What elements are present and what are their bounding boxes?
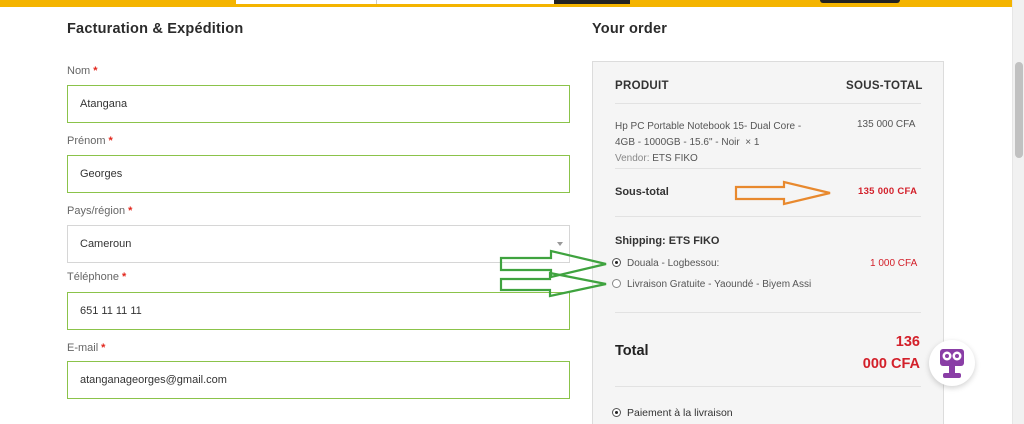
telephone-label: Téléphone *	[67, 271, 127, 283]
search-button[interactable]	[554, 0, 630, 4]
telephone-field[interactable]: 651 11 11 11	[67, 292, 570, 330]
billing-title: Facturation & Expédition	[67, 21, 244, 37]
payment-option-cod[interactable]: Paiement à la livraison	[612, 407, 733, 419]
subtotal-value: 135 000 CFA	[858, 186, 918, 197]
pays-value: Cameroun	[80, 238, 132, 250]
scrollbar-thumb[interactable]	[1015, 62, 1023, 158]
nom-label: Nom *	[67, 65, 98, 77]
page-scrollbar[interactable]	[1012, 0, 1024, 424]
col-product-header: PRODUIT	[615, 80, 669, 92]
email-label: E-mail *	[67, 342, 106, 354]
shipping-option-yaounde[interactable]: Livraison Gratuite - Yaoundé - Biyem Ass…	[612, 279, 811, 290]
header-logo[interactable]	[820, 0, 900, 3]
chat-robot-icon	[940, 349, 964, 378]
order-item: Hp PC Portable Notebook 15- Dual Core - …	[615, 119, 845, 167]
item-name-line2: 4GB - 1000GB - 15.6" - Noir × 1	[615, 137, 760, 148]
shipping-option-douala[interactable]: Douala - Logbessou:	[612, 258, 719, 269]
item-qty: × 1	[745, 137, 760, 148]
divider	[615, 168, 921, 169]
prenom-label: Prénom *	[67, 135, 113, 147]
radio-selected-icon[interactable]	[612, 258, 621, 267]
col-subtotal-header: SOUS-TOTAL	[846, 80, 923, 92]
pays-select[interactable]: Cameroun	[67, 225, 570, 263]
search-input[interactable]	[236, 0, 556, 4]
divider	[615, 216, 921, 217]
chat-widget-button[interactable]	[929, 340, 975, 386]
item-vendor: Vendor: ETS FIKO	[615, 153, 698, 164]
item-price: 135 000 CFA	[857, 119, 916, 130]
nom-field[interactable]: Atangana	[67, 85, 570, 123]
chevron-down-icon	[557, 242, 563, 246]
total-value: 136 000 CFA	[862, 334, 920, 372]
search-divider	[376, 0, 377, 4]
radio-selected-icon[interactable]	[612, 408, 621, 417]
total-label: Total	[615, 343, 649, 359]
subtotal-label: Sous-total	[615, 186, 669, 198]
item-name-line1: Hp PC Portable Notebook 15- Dual Core -	[615, 121, 802, 132]
radio-unselected-icon[interactable]	[612, 279, 621, 288]
order-title: Your order	[592, 21, 668, 37]
divider	[615, 386, 921, 387]
email-field[interactable]: atanganageorges@gmail.com	[67, 361, 570, 399]
pays-label: Pays/région *	[67, 205, 133, 217]
divider	[615, 103, 921, 104]
shipping-title: Shipping: ETS FIKO	[615, 235, 720, 247]
shipping-price: 1 000 CFA	[870, 258, 918, 269]
prenom-field[interactable]: Georges	[67, 155, 570, 193]
divider	[615, 312, 921, 313]
site-header-bar	[0, 0, 1024, 7]
